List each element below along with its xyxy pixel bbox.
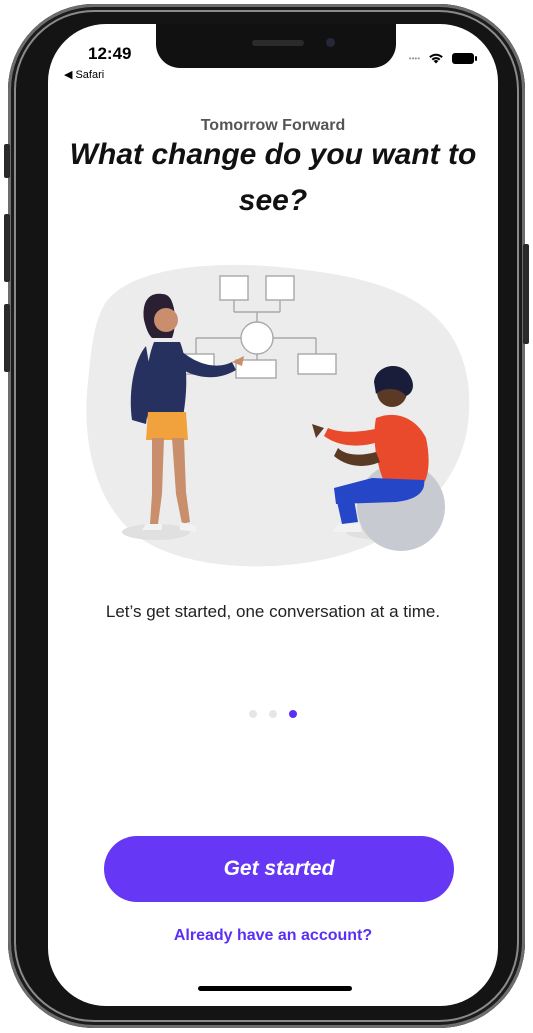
home-indicator[interactable] <box>198 986 352 991</box>
already-have-account-link[interactable]: Already have an account? <box>48 927 498 945</box>
status-icons: •••• <box>408 52 477 64</box>
cellular-icon: •••• <box>408 53 420 63</box>
onboarding-caption: Let’s get started, one conversation at a… <box>105 602 441 621</box>
app-screen: 12:49 ◀ Safari •••• Tomorrow Forward Wha… <box>48 24 498 1006</box>
volume-down-button <box>4 304 10 372</box>
power-button <box>523 244 529 344</box>
camera <box>326 38 335 47</box>
status-time: 12:49 <box>88 44 132 63</box>
onboarding-headline: What change do you want to see? <box>69 138 477 217</box>
back-to-safari-link[interactable]: ◀ Safari <box>64 68 105 82</box>
page-dot-3[interactable] <box>289 710 297 718</box>
page-indicator[interactable] <box>48 710 498 718</box>
notch <box>156 24 396 68</box>
battery-icon <box>452 52 477 64</box>
page-dot-2[interactable] <box>269 710 277 718</box>
wifi-icon <box>429 53 443 64</box>
conversation-illustration <box>86 264 470 567</box>
volume-up-button <box>4 214 10 282</box>
speaker <box>252 40 304 46</box>
back-label: Safari <box>75 68 105 81</box>
page-dot-1[interactable] <box>249 710 257 718</box>
get-started-button[interactable]: Get started <box>104 836 454 902</box>
mute-switch <box>4 144 10 178</box>
back-chevron-icon: ◀ <box>64 69 73 81</box>
